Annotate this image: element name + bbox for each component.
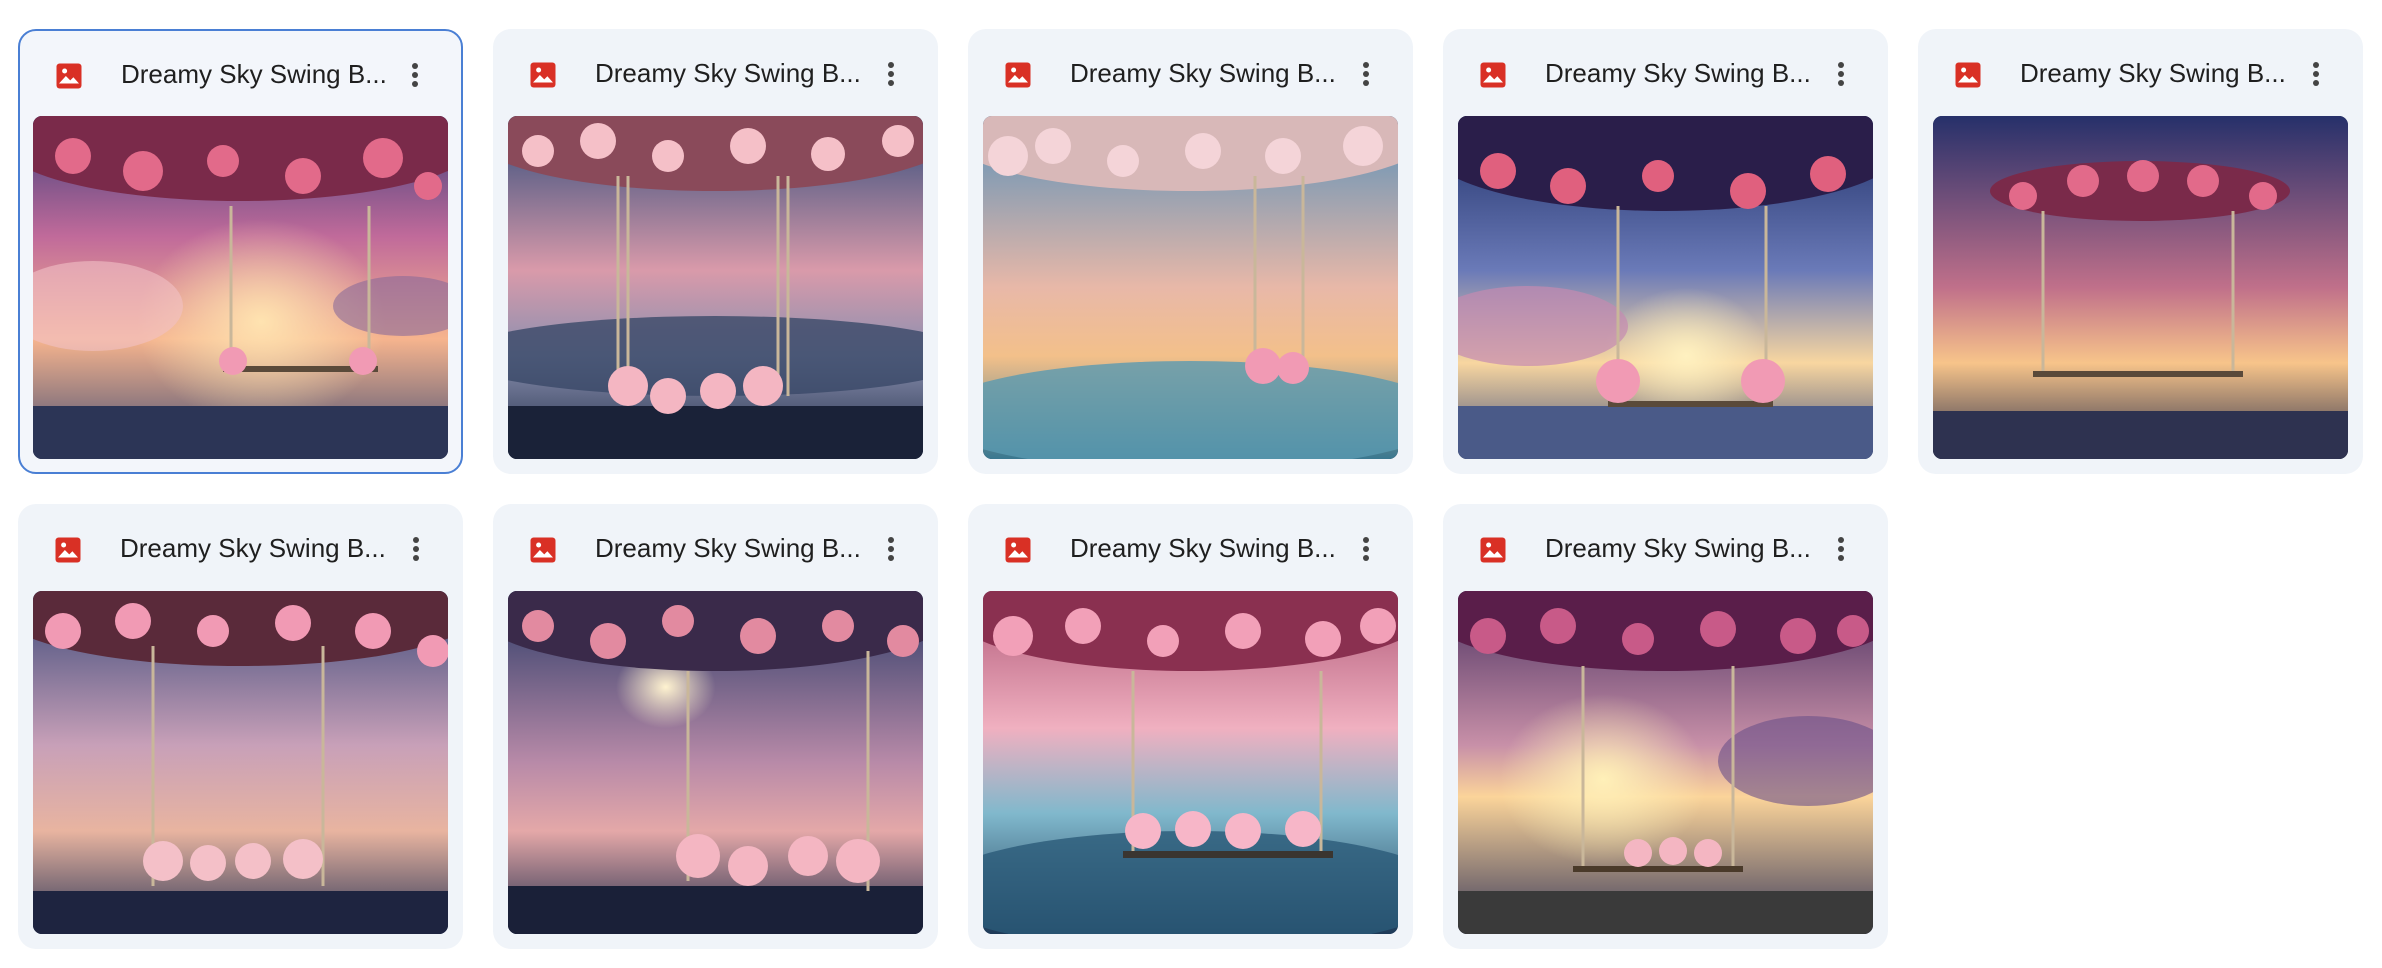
image-file-icon xyxy=(1480,62,1506,88)
file-name[interactable]: Dreamy Sky Swing B... xyxy=(1070,505,1340,592)
file-name[interactable]: Dreamy Sky Swing B... xyxy=(595,30,865,117)
image-file-icon xyxy=(1005,537,1031,563)
more-vert-icon xyxy=(1838,62,1844,86)
image-file-icon xyxy=(530,62,556,88)
more-options-button[interactable] xyxy=(1346,529,1386,569)
image-thumbnail[interactable] xyxy=(508,116,923,459)
file-card[interactable]: Dreamy Sky Swing B... xyxy=(18,504,463,949)
image-file-icon xyxy=(1005,62,1031,88)
image-thumbnail[interactable] xyxy=(33,591,448,934)
more-options-button[interactable] xyxy=(871,54,911,94)
more-vert-icon xyxy=(1838,537,1844,561)
image-file-icon xyxy=(530,537,556,563)
image-file-icon xyxy=(1480,537,1506,563)
image-thumbnail[interactable] xyxy=(1458,591,1873,934)
image-file-icon xyxy=(55,537,81,563)
file-card[interactable]: Dreamy Sky Swing B... xyxy=(968,29,1413,474)
file-grid: Dreamy Sky Swing B... Dreamy Sky Swing B… xyxy=(18,29,2363,949)
more-options-button[interactable] xyxy=(2296,54,2336,94)
file-card[interactable]: Dreamy Sky Swing B... xyxy=(968,504,1413,949)
file-name[interactable]: Dreamy Sky Swing B... xyxy=(595,505,865,592)
file-card[interactable]: Dreamy Sky Swing B... xyxy=(18,29,463,474)
more-options-button[interactable] xyxy=(395,55,435,95)
image-thumbnail[interactable] xyxy=(33,116,448,459)
file-name[interactable]: Dreamy Sky Swing B... xyxy=(120,505,390,592)
file-name[interactable]: Dreamy Sky Swing B... xyxy=(1545,30,1815,117)
more-options-button[interactable] xyxy=(1821,54,1861,94)
file-name[interactable]: Dreamy Sky Swing B... xyxy=(1545,505,1815,592)
file-name[interactable]: Dreamy Sky Swing B... xyxy=(121,31,391,118)
image-thumbnail[interactable] xyxy=(1933,116,2348,459)
image-thumbnail[interactable] xyxy=(983,116,1398,459)
file-name[interactable]: Dreamy Sky Swing B... xyxy=(1070,30,1340,117)
image-file-icon xyxy=(56,63,82,89)
more-options-button[interactable] xyxy=(1821,529,1861,569)
more-vert-icon xyxy=(412,63,418,87)
image-thumbnail[interactable] xyxy=(508,591,923,934)
more-vert-icon xyxy=(1363,62,1369,86)
file-name[interactable]: Dreamy Sky Swing B... xyxy=(2020,30,2290,117)
file-card[interactable]: Dreamy Sky Swing B... xyxy=(493,504,938,949)
more-vert-icon xyxy=(2313,62,2319,86)
more-vert-icon xyxy=(1363,537,1369,561)
more-vert-icon xyxy=(888,537,894,561)
file-card[interactable]: Dreamy Sky Swing B... xyxy=(1443,504,1888,949)
file-card[interactable]: Dreamy Sky Swing B... xyxy=(1918,29,2363,474)
image-file-icon xyxy=(1955,62,1981,88)
file-card[interactable]: Dreamy Sky Swing B... xyxy=(493,29,938,474)
more-vert-icon xyxy=(888,62,894,86)
more-vert-icon xyxy=(413,537,419,561)
more-options-button[interactable] xyxy=(871,529,911,569)
image-thumbnail[interactable] xyxy=(983,591,1398,934)
file-card[interactable]: Dreamy Sky Swing B... xyxy=(1443,29,1888,474)
more-options-button[interactable] xyxy=(1346,54,1386,94)
image-thumbnail[interactable] xyxy=(1458,116,1873,459)
more-options-button[interactable] xyxy=(396,529,436,569)
